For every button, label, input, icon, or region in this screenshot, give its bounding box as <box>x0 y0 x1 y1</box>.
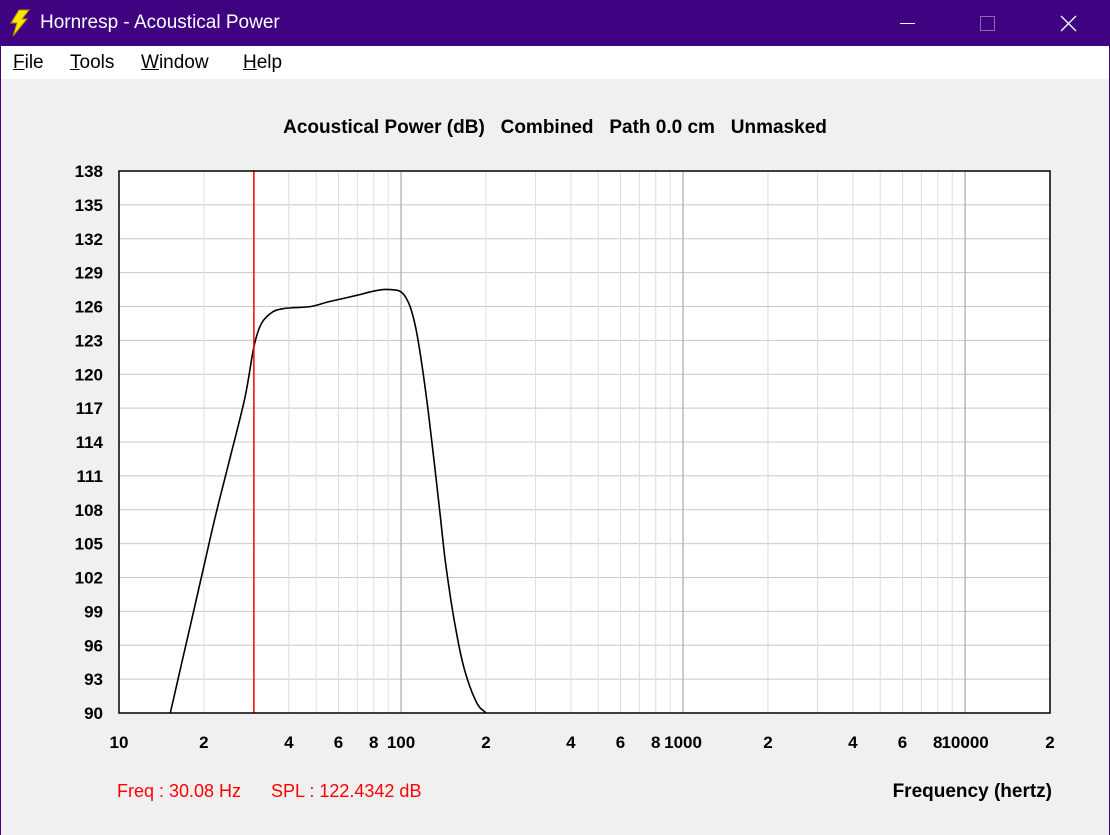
y-tick-label: 126 <box>75 298 103 317</box>
x-tick-label: 2 <box>1045 733 1054 752</box>
menu-bar: File Tools Window Help <box>0 46 1110 79</box>
y-tick-label: 90 <box>84 704 103 723</box>
x-tick-label: 8 <box>651 733 660 752</box>
x-tick-label: 2 <box>481 733 490 752</box>
title-bar: Hornresp - Acoustical Power <box>0 0 1110 46</box>
y-tick-label: 93 <box>84 670 103 689</box>
spl-readout: SPL : 122.4342 dB <box>271 781 422 801</box>
menu-help[interactable]: Help <box>243 52 282 74</box>
y-tick-label: 123 <box>75 331 103 350</box>
x-tick-label: 1000 <box>664 733 702 752</box>
y-tick-label: 138 <box>75 162 103 181</box>
window-title: Hornresp - Acoustical Power <box>40 12 280 33</box>
menu-window[interactable]: Window <box>141 52 209 74</box>
menu-tools[interactable]: Tools <box>70 52 114 74</box>
y-tick-label: 105 <box>75 535 103 554</box>
y-tick-label: 99 <box>84 602 103 621</box>
minimize-icon <box>900 23 915 24</box>
y-tick-label: 129 <box>75 264 103 283</box>
x-axis-label: Frequency (hertz) <box>892 781 1052 802</box>
close-button[interactable] <box>1045 0 1091 46</box>
x-tick-label: 4 <box>848 733 858 752</box>
minimize-button[interactable] <box>884 0 930 46</box>
x-tick-label: 4 <box>284 733 294 752</box>
x-tick-label: 4 <box>566 733 576 752</box>
y-tick-label: 96 <box>84 636 103 655</box>
x-tick-label: 6 <box>898 733 907 752</box>
lightning-bolt-icon <box>10 9 31 37</box>
y-tick-label: 132 <box>75 230 103 249</box>
y-tick-label: 135 <box>75 196 103 215</box>
menu-file[interactable]: File <box>13 52 44 74</box>
x-tick-label: 100 <box>387 733 415 752</box>
y-tick-label: 120 <box>75 365 103 384</box>
acoustical-power-chart[interactable]: Acoustical Power (dB) Combined Path 0.0 … <box>0 79 1108 779</box>
close-icon <box>1060 15 1077 32</box>
x-tick-label: 8 <box>369 733 378 752</box>
y-tick-label: 111 <box>77 467 104 486</box>
freq-readout: Freq : 30.08 Hz <box>117 781 242 801</box>
chart-title: Acoustical Power (dB) Combined Path 0.0 … <box>283 117 827 138</box>
y-tick-label: 102 <box>75 569 103 588</box>
x-tick-label: 6 <box>334 733 343 752</box>
y-tick-label: 108 <box>75 501 103 520</box>
maximize-icon <box>980 16 995 31</box>
y-tick-label: 117 <box>76 399 103 418</box>
x-tick-label: 2 <box>199 733 208 752</box>
x-tick-label: 10 <box>110 733 129 752</box>
maximize-button[interactable] <box>964 0 1010 46</box>
y-tick-label: 114 <box>76 433 104 452</box>
x-tick-label: 2 <box>763 733 772 752</box>
x-tick-label: 6 <box>616 733 625 752</box>
x-tick-label: 10000 <box>941 733 988 752</box>
